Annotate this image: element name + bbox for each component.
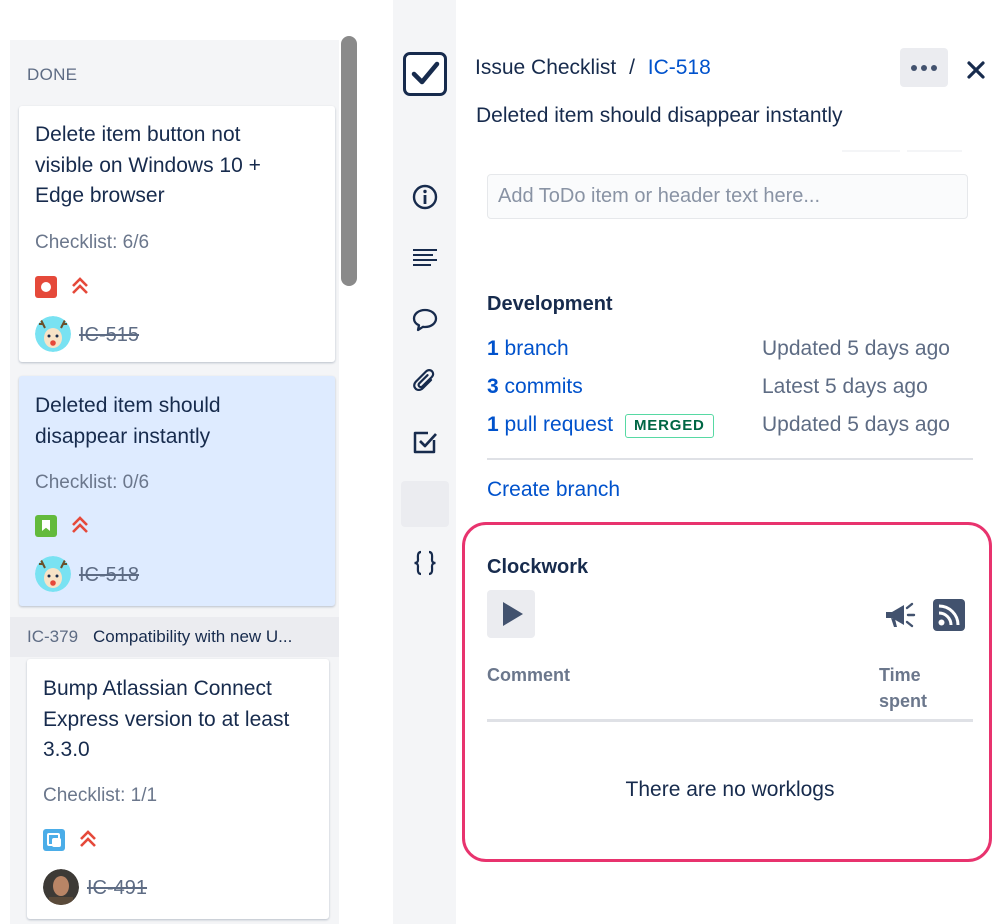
issue-card-ic-491[interactable]: Bump Atlassian Connect Express version t… [27, 659, 329, 919]
issue-card-ic-515[interactable]: Delete item button not visible on Window… [19, 106, 335, 362]
dev-pull-request-link[interactable]: 1 pull request [487, 413, 613, 437]
board-scrollbar[interactable] [341, 36, 357, 924]
divider [487, 719, 973, 722]
breadcrumb-app[interactable]: Issue Checklist [475, 56, 616, 79]
code-braces-icon[interactable] [411, 549, 439, 577]
rss-feed-icon[interactable] [932, 598, 966, 632]
comment-icon[interactable] [411, 306, 439, 334]
priority-highest-icon [80, 830, 96, 847]
avatar[interactable] [43, 869, 79, 905]
board-column-done: DONE Delete item button not visible on W… [10, 40, 339, 924]
todo-input[interactable] [487, 174, 968, 219]
dev-branch-status: Updated 5 days ago [762, 337, 950, 360]
card-title: Delete item button not visible on Window… [35, 123, 261, 207]
ellipsis-icon [911, 65, 917, 71]
swimlane-key: IC-379 [27, 627, 79, 646]
dev-branch-link[interactable]: 1 branch [487, 337, 569, 361]
attachment-icon[interactable] [411, 366, 439, 394]
play-icon [503, 602, 523, 626]
checklist-icon[interactable] [411, 428, 439, 456]
column-header-time-spent: Time spent [879, 665, 928, 711]
avatar[interactable] [35, 556, 71, 592]
breadcrumb: Issue Checklist / IC-518 [475, 56, 711, 80]
side-rail [393, 0, 456, 924]
development-title: Development [487, 293, 613, 315]
breadcrumb-separator: / [629, 56, 635, 79]
checklist-progress: Checklist: 1/1 [43, 785, 158, 806]
dev-commits-link[interactable]: 3 commits [487, 375, 583, 399]
megaphone-icon[interactable] [882, 598, 916, 632]
more-actions-button[interactable] [900, 48, 948, 87]
checklist-progress: Checklist: 0/6 [35, 472, 150, 493]
priority-highest-icon [72, 516, 88, 533]
scrollbar-thumb[interactable] [341, 36, 357, 286]
info-icon[interactable] [411, 183, 439, 211]
divider [842, 150, 900, 152]
issue-key[interactable]: IC-518 [79, 564, 139, 587]
story-icon [35, 515, 57, 537]
divider [907, 150, 962, 152]
divider [487, 458, 973, 460]
description-icon[interactable] [411, 244, 439, 272]
issue-key[interactable]: IC-491 [87, 877, 147, 900]
swimlane-header[interactable]: IC-379 Compatibility with new U... [10, 617, 339, 657]
issue-card-ic-518[interactable]: Deleted item should disappear instantly … [19, 376, 335, 606]
subtask-icon [43, 829, 65, 851]
dev-commits-status: Latest 5 days ago [762, 375, 928, 398]
dev-pull-request-status: Updated 5 days ago [762, 413, 950, 436]
checklist-progress: Checklist: 6/6 [35, 232, 150, 253]
priority-highest-icon [72, 277, 88, 294]
swimlane-name: Compatibility with new U... [93, 627, 293, 646]
breadcrumb-issue-key[interactable]: IC-518 [648, 56, 711, 79]
card-title: Bump Atlassian Connect Express version t… [43, 677, 290, 761]
close-icon[interactable] [962, 56, 990, 84]
card-title: Deleted item should disappear instantly [35, 394, 221, 448]
column-title: DONE [27, 65, 78, 84]
bug-icon [35, 276, 57, 298]
column-header-comment: Comment [487, 665, 571, 685]
start-timer-button[interactable] [487, 590, 535, 638]
issue-key[interactable]: IC-515 [79, 324, 139, 347]
checklist-app-logo-icon[interactable] [403, 52, 447, 96]
worklogs-empty-state: There are no worklogs [625, 778, 835, 801]
avatar[interactable] [35, 316, 71, 352]
issue-summary: Deleted item should disappear instantly [476, 104, 843, 127]
clockwork-title: Clockwork [487, 556, 589, 578]
rail-empty-slot[interactable] [401, 481, 449, 527]
create-branch-link[interactable]: Create branch [487, 478, 620, 502]
merged-status-badge: MERGED [625, 414, 714, 438]
